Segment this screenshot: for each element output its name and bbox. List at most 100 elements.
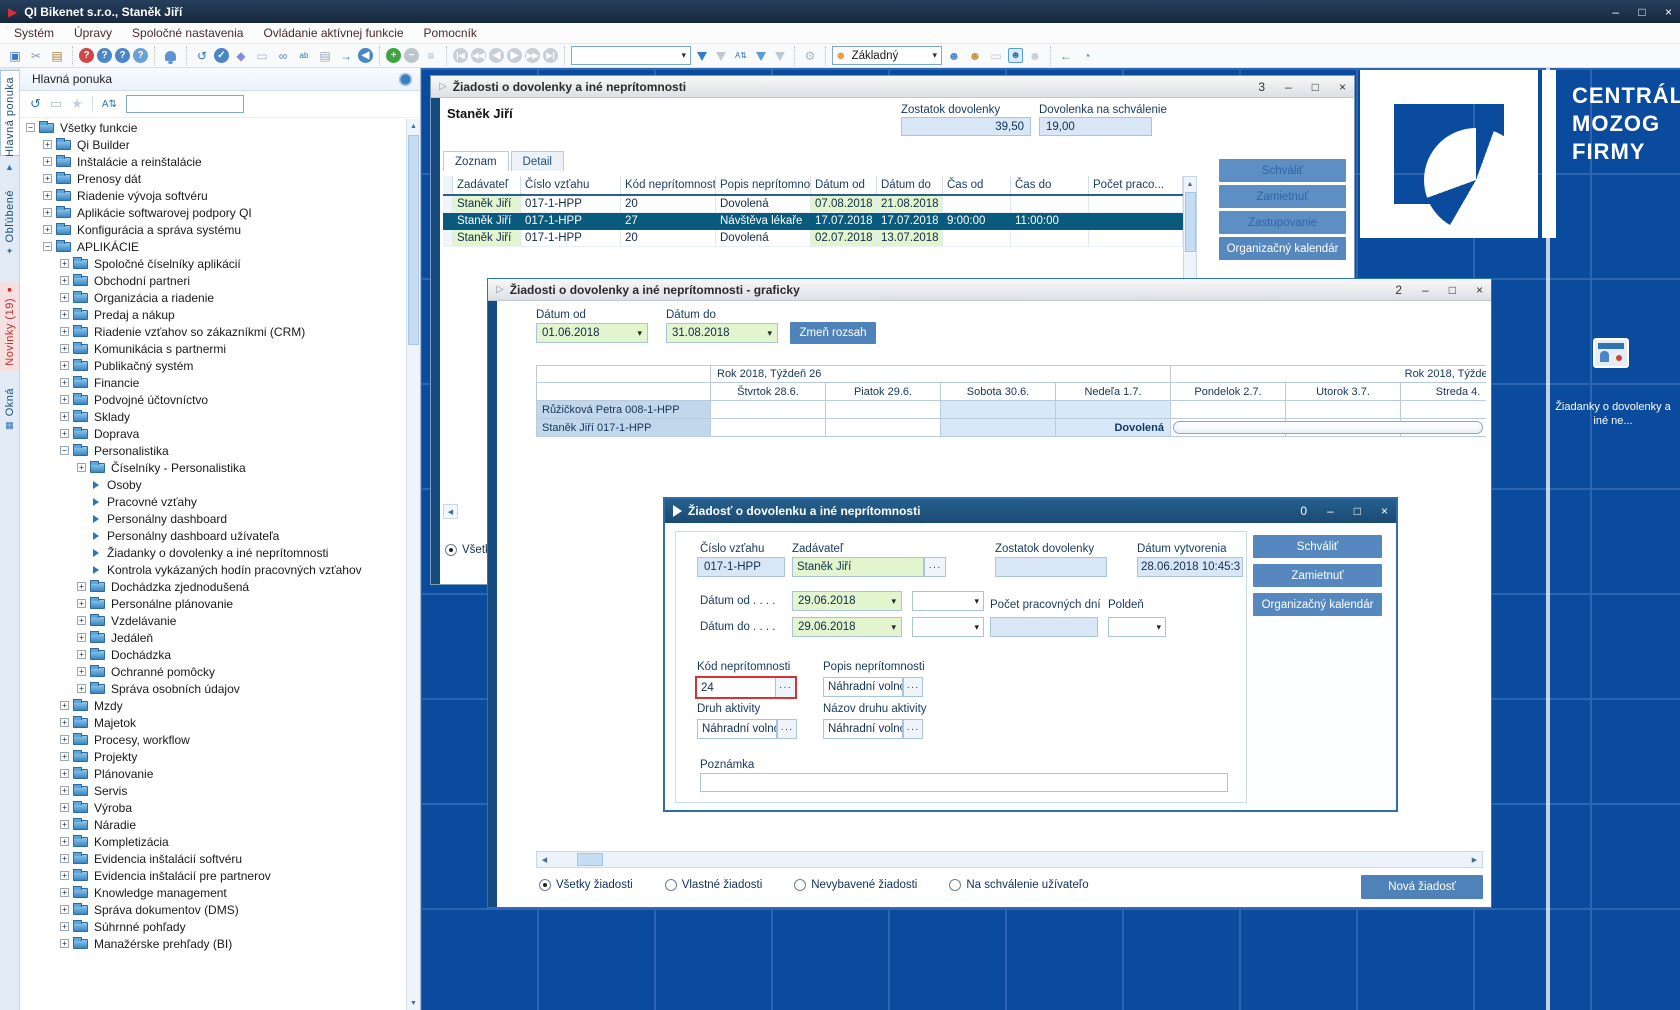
remove-icon[interactable]: −	[404, 48, 419, 63]
tree-item[interactable]: −APLIKÁCIE	[20, 238, 406, 255]
help-context-icon[interactable]: ?	[79, 48, 94, 63]
user-globe-icon[interactable]: ☻	[945, 47, 963, 64]
absence-desc-field[interactable]: Náhradní volno	[823, 677, 903, 697]
expand-icon[interactable]: +	[43, 208, 52, 217]
tree-item[interactable]: +Prenosy dát	[20, 170, 406, 187]
radio-na-schválenie-užívateľo[interactable]: Na schválenie užívateľo	[949, 879, 1088, 891]
date-to-combo[interactable]: 31.08.2018 ▾	[666, 323, 778, 343]
expand-icon[interactable]: −	[26, 123, 35, 132]
scrollbar-thumb[interactable]	[577, 853, 603, 866]
note-field[interactable]	[700, 773, 1228, 792]
activity-field[interactable]: Náhradní volno	[697, 719, 777, 739]
column-header[interactable]: Dátum od	[811, 176, 877, 194]
date-from-combo[interactable]: 01.06.2018 ▾	[536, 323, 648, 343]
filter-remove-icon[interactable]	[775, 52, 785, 61]
horizontal-scrollbar[interactable]: ◀ ▶	[536, 851, 1483, 868]
find-icon[interactable]: ∞	[274, 47, 292, 64]
expand-icon[interactable]: +	[60, 718, 69, 727]
menu-item-spoločné-nastavenia[interactable]: Spoločné nastavenia	[122, 26, 253, 40]
tree-item[interactable]: +Správa dokumentov (DMS)	[20, 901, 406, 918]
expand-icon[interactable]: +	[77, 667, 86, 676]
scroll-right-icon[interactable]: ▶	[1467, 852, 1482, 867]
requester-field[interactable]: Staněk Jiří	[792, 557, 924, 577]
tree-item[interactable]: +Výroba	[20, 799, 406, 816]
sidetab-hlavna-ponuka[interactable]: Hlavná ponuka	[0, 70, 19, 156]
print-icon[interactable]: ▤	[316, 47, 334, 64]
sidetab-oblubene[interactable]: Obľúbené ✦	[0, 190, 19, 257]
sidetab-novinky[interactable]: ■ Novinky (19)	[0, 282, 19, 371]
minimize-icon[interactable]: –	[1327, 504, 1334, 518]
close-icon[interactable]: ×	[1381, 504, 1388, 518]
desktop-shortcut-label[interactable]: Žiadanky o dovolenky a iné ne...	[1548, 400, 1678, 428]
tree-item[interactable]: +Manažérske prehľady (BI)	[20, 935, 406, 952]
expand-icon[interactable]: +	[60, 939, 69, 948]
import-folder-icon[interactable]: ←	[1057, 47, 1075, 64]
confirm-icon[interactable]: ✓	[214, 48, 229, 63]
lookup-ellipsis-button[interactable]: ···	[903, 719, 923, 739]
tree-item[interactable]: +Sklady	[20, 408, 406, 425]
expand-icon[interactable]: +	[60, 293, 69, 302]
paste-icon[interactable]: ▤	[48, 47, 66, 64]
expand-icon[interactable]: +	[60, 803, 69, 812]
lookup-ellipsis-button[interactable]: ···	[777, 719, 797, 739]
close-icon[interactable]: ×	[1339, 80, 1346, 94]
help-icon[interactable]: ?	[115, 48, 130, 63]
nav-next-icon[interactable]: ▶	[507, 48, 522, 63]
user-inactive-icon[interactable]: ☻	[1026, 47, 1044, 64]
calendar-row[interactable]: Růžičková Petra 008-1-HPP	[536, 401, 1486, 419]
copy-icon[interactable]: ▣	[6, 47, 24, 64]
expand-icon[interactable]: +	[60, 395, 69, 404]
expand-icon[interactable]: +	[60, 854, 69, 863]
maximize-icon[interactable]: □	[1638, 5, 1645, 19]
tree-item[interactable]: −Personalistika	[20, 442, 406, 459]
filter-sort-icon[interactable]	[756, 52, 766, 61]
expand-icon[interactable]: +	[43, 140, 52, 149]
tree-item[interactable]: +Plánovanie	[20, 765, 406, 782]
expand-icon[interactable]: +	[77, 650, 86, 659]
tree-item[interactable]: Personálny dashboard užívateľa	[20, 527, 406, 544]
tree-item[interactable]: +Mzdy	[20, 697, 406, 714]
organizačný-kalendár-button[interactable]: Organizačný kalendár	[1253, 593, 1382, 616]
nav-last-icon[interactable]: ▶|	[543, 48, 558, 63]
column-header[interactable]: Číslo vzťahu	[521, 176, 621, 194]
tree-item[interactable]: +Komunikácia s partnermi	[20, 340, 406, 357]
scroll-up-icon[interactable]: ▲	[407, 119, 420, 133]
halfday-combo[interactable]: ▾	[1108, 617, 1166, 637]
expand-icon[interactable]: +	[60, 412, 69, 421]
tree-item[interactable]: +Správa osobních údajov	[20, 680, 406, 697]
expand-icon[interactable]: +	[60, 769, 69, 778]
window-icon[interactable]: ▭	[50, 96, 62, 112]
zamietnuť-button[interactable]: Zamietnuť	[1253, 564, 1382, 587]
expand-icon[interactable]: +	[60, 735, 69, 744]
tree-item[interactable]: +Kompletizácia	[20, 833, 406, 850]
filter-clear-icon[interactable]	[716, 52, 726, 61]
tree-item[interactable]: Osoby	[20, 476, 406, 493]
book-icon[interactable]: ◆	[232, 47, 250, 64]
expand-icon[interactable]: +	[60, 837, 69, 846]
maximize-icon[interactable]: □	[1312, 80, 1319, 94]
expand-icon[interactable]: +	[60, 429, 69, 438]
column-header[interactable]: Počet praco...	[1089, 176, 1183, 194]
expand-icon[interactable]: +	[60, 701, 69, 710]
view-combo[interactable]: ☻Základný▾	[832, 46, 942, 65]
scroll-up-icon[interactable]: ▲	[1184, 177, 1196, 191]
tree-item[interactable]: +Servis	[20, 782, 406, 799]
tree-item[interactable]: +Qi Builder	[20, 136, 406, 153]
column-header[interactable]: Dátum do	[877, 176, 943, 194]
tree-item[interactable]: +Náradie	[20, 816, 406, 833]
menu-item-úpravy[interactable]: Úpravy	[64, 26, 122, 40]
tree-item[interactable]: +Knowledge management	[20, 884, 406, 901]
scroll-left-icon[interactable]: ◀	[537, 852, 552, 867]
refresh-icon[interactable]: ↺	[30, 96, 41, 112]
collapse-arrow-icon[interactable]: ▲	[0, 162, 19, 172]
column-header[interactable]	[443, 176, 453, 194]
expand-icon[interactable]: −	[43, 242, 52, 251]
tree-item[interactable]: +Doprava	[20, 425, 406, 442]
sort-az-icon[interactable]: A⇅	[732, 47, 750, 64]
tree-item[interactable]: −Všetky funkcie	[20, 119, 406, 136]
expand-icon[interactable]: +	[77, 684, 86, 693]
expand-icon[interactable]: +	[77, 633, 86, 642]
date-from-combo[interactable]: 29.06.2018 ▾	[792, 591, 902, 611]
expand-icon[interactable]: +	[43, 225, 52, 234]
settings-gear-icon[interactable]: ⚙	[801, 47, 819, 64]
